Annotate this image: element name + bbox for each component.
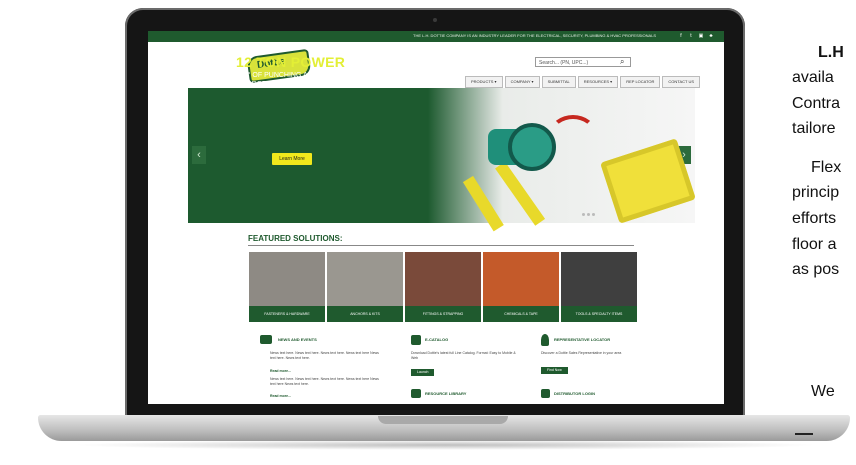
side-text-2: availa — [792, 69, 834, 86]
carousel-dots — [582, 213, 602, 216]
share-icon[interactable]: ♣ — [708, 33, 714, 39]
nav-rep-locator[interactable]: REP LOCATOR — [620, 76, 661, 88]
login-icon — [541, 389, 550, 398]
search-icon[interactable]: ⌕ — [620, 57, 630, 67]
learn-more-button[interactable]: Learn More — [272, 153, 312, 165]
hydraulic-punch-head — [508, 123, 556, 171]
side-text-3: Contra — [792, 95, 841, 112]
nav-products[interactable]: PRODUCTS ▾ — [465, 76, 503, 88]
ecatalog-title: E-CATALOG — [425, 337, 449, 342]
tile-label: FITTINGS & STRAPPING — [405, 306, 481, 322]
tile-fasteners[interactable]: FASTENERS & HARDWARE — [249, 252, 325, 322]
news-title: NEWS AND EVENTS — [278, 337, 317, 342]
tile-label: FASTENERS & HARDWARE — [249, 306, 325, 322]
tile-chemicals[interactable]: CHEMICALS & TAPE — [483, 252, 559, 322]
hero-subtitle-1: 360° OF PUNCHING ABILITY, THE STATE OF T… — [236, 72, 397, 79]
side-text-6: princip — [792, 184, 840, 201]
catalog-icon — [411, 335, 421, 345]
distributor-login-title[interactable]: DISTRIBUTOR LOGIN — [554, 391, 595, 396]
nav-contact-us[interactable]: CONTACT US — [662, 76, 701, 88]
tile-label: ANCHORS & KITS — [327, 306, 403, 322]
library-icon — [411, 389, 421, 398]
facebook-icon[interactable]: f — [678, 33, 684, 39]
tile-label: TOOLS & SPECIALTY ITEMS — [561, 306, 637, 322]
browser-screen: THE L.H. DOTTIE COMPANY IS AN INDUSTRY L… — [148, 31, 724, 404]
laptop-shadow — [70, 440, 820, 450]
news-item-1: News text here. News text here. News tex… — [270, 351, 379, 360]
email-icon[interactable]: ▣ — [698, 33, 704, 39]
side-text-1: L.H — [818, 44, 844, 61]
ecatalog-text: Download Dottie's latest full Line Catal… — [411, 351, 516, 360]
rep-locator-text: Discover a Dottie Sales Representative i… — [541, 351, 622, 355]
location-pin-icon — [541, 334, 549, 346]
news-item-2: News text here. News text here. News tex… — [270, 377, 379, 386]
side-text-10: We — [811, 383, 835, 400]
featured-divider — [248, 245, 634, 246]
side-text-8: floor a — [792, 236, 837, 253]
laptop-notch — [378, 416, 508, 424]
nav-company[interactable]: COMPANY ▾ — [504, 76, 540, 88]
carousel-dot[interactable] — [592, 213, 595, 216]
read-more-link[interactable]: Read more... — [270, 394, 291, 398]
rep-locator-title: REPRESENTATIVE LOCATOR — [554, 337, 611, 342]
main-nav: PRODUCTS ▾ COMPANY ▾ SUBMITTAL RESOURCES… — [465, 76, 701, 88]
hero-subtitle-2: ART DOTTIE HYDRAULIC PUNCH. — [236, 81, 349, 88]
tile-anchors[interactable]: ANCHORS & KITS — [327, 252, 403, 322]
featured-title: FEATURED SOLUTIONS: — [248, 234, 343, 243]
carousel-dot[interactable] — [582, 213, 585, 216]
carousel-prev-button[interactable]: ‹ — [192, 146, 206, 164]
rotation-arrow-icon — [550, 115, 596, 151]
tile-fittings[interactable]: FITTINGS & STRAPPING — [405, 252, 481, 322]
side-text-9: as pos — [792, 261, 840, 278]
twitter-icon[interactable]: t — [688, 33, 694, 39]
carousel-dot[interactable] — [587, 213, 590, 216]
hero-title: 12 TON POWER — [236, 54, 346, 70]
launch-button[interactable]: Launch — [411, 369, 435, 376]
find-now-button[interactable]: Find Now — [541, 367, 568, 374]
read-more-link[interactable]: Read more... — [270, 369, 291, 373]
nav-resources[interactable]: RESOURCES ▾ — [577, 76, 619, 88]
laptop-indicator — [795, 433, 813, 435]
nav-submittal[interactable]: SUBMITTAL — [541, 76, 576, 88]
side-text-5: Flex — [811, 159, 842, 176]
resource-library-title[interactable]: RESOURCE LIBRARY — [425, 391, 466, 396]
tile-label: CHEMICALS & TAPE — [483, 306, 559, 322]
laptop-camera — [433, 18, 437, 22]
side-text-7: efforts — [792, 210, 837, 227]
tile-tools[interactable]: TOOLS & SPECIALTY ITEMS — [561, 252, 637, 322]
truck-icon — [260, 335, 272, 344]
topbar-text: THE L.H. DOTTIE COMPANY IS AN INDUSTRY L… — [413, 33, 657, 38]
side-text-4: tailore — [792, 120, 836, 137]
search-input[interactable]: Search... (PN, UPC...) — [535, 57, 631, 67]
